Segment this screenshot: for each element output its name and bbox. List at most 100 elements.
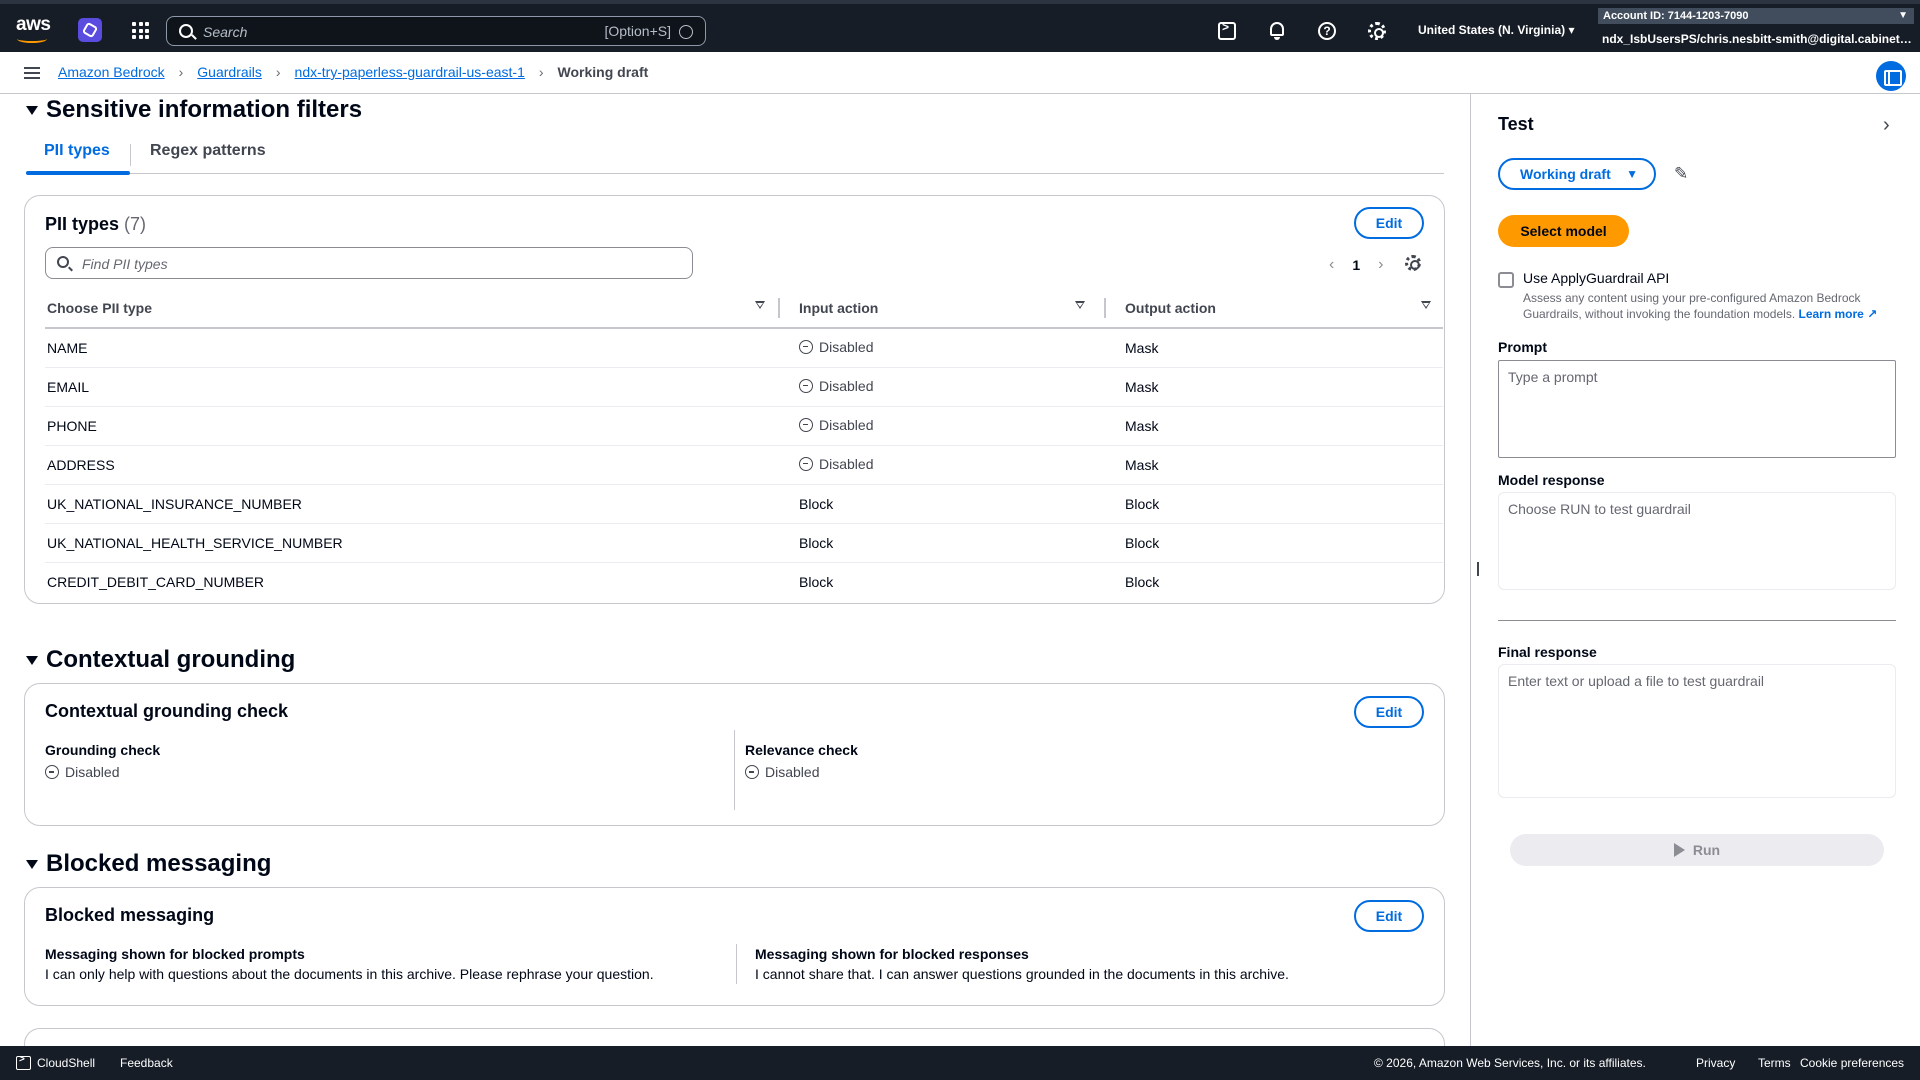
table-row: CREDIT_DEBIT_CARD_NUMBER Block Block (45, 562, 1443, 601)
find-placeholder: Find PII types (82, 256, 168, 272)
test-panel-title: Test (1498, 114, 1534, 134)
footer-terms[interactable]: Terms (1758, 1056, 1791, 1070)
sort-icon[interactable] (1421, 301, 1431, 309)
input-action-cell: Block (785, 484, 1111, 524)
relevance-check-label: Relevance check (745, 742, 858, 758)
clear-brush-icon[interactable]: ✎ (1674, 164, 1688, 184)
input-action-text: Block (799, 495, 834, 512)
output-action-cell: Mask (1111, 406, 1443, 446)
sort-icon[interactable] (1075, 301, 1085, 309)
table-row: UK_NATIONAL_INSURANCE_NUMBER Block Block (45, 484, 1443, 524)
output-action-cell: Block (1111, 484, 1443, 524)
output-action-cell: Block (1111, 562, 1443, 601)
aws-logo[interactable]: aws (16, 14, 51, 44)
sort-icon[interactable] (755, 301, 765, 309)
menu-icon[interactable] (24, 67, 40, 79)
output-action-text: Mask (1125, 378, 1159, 395)
footer-privacy[interactable]: Privacy (1696, 1056, 1735, 1070)
cloudshell-icon[interactable] (16, 1054, 31, 1070)
blocked-prompts-value: I can only help with questions about the… (45, 966, 654, 982)
notifications-icon[interactable] (1268, 22, 1286, 40)
input-action-cell: Disabled (785, 367, 1111, 407)
section-sensitive-info[interactable]: Sensitive information filters (26, 96, 362, 124)
pii-type-cell: CREDIT_DEBIT_CARD_NUMBER (47, 573, 265, 590)
edit-pii-button[interactable]: Edit (1354, 207, 1424, 239)
cloudshell-icon[interactable] (1218, 20, 1236, 40)
current-page[interactable]: 1 (1352, 257, 1360, 273)
search-shortcut: [Option+S] (604, 23, 671, 39)
section-blocked-messaging[interactable]: Blocked messaging (26, 850, 271, 878)
pii-type-cell: NAME (45, 328, 785, 368)
output-action-text: Mask (1125, 417, 1159, 434)
account-menu[interactable]: Account ID: 7144-1203-7090 ▼ (1598, 8, 1914, 24)
breadcrumb-guardrails[interactable]: Guardrails (197, 64, 262, 80)
input-action-cell: Disabled (785, 406, 1111, 446)
apply-guardrail-checkbox[interactable] (1498, 272, 1514, 288)
version-dropdown[interactable]: Working draft ▼ (1498, 158, 1656, 190)
aws-logo-text: aws (16, 14, 51, 35)
breadcrumb-guardrail-name[interactable]: ndx-try-paperless-guardrail-us-east-1 (295, 64, 525, 80)
footer-cloudshell[interactable]: CloudShell (37, 1056, 95, 1070)
pii-tabs: PII types Regex patterns (26, 138, 1444, 175)
footer: CloudShell Feedback © 2026, Amazon Web S… (0, 1046, 1920, 1080)
bedrock-service-icon[interactable] (78, 18, 102, 42)
find-pii-input[interactable]: Find PII types (45, 247, 693, 279)
output-action-cell: Mask (1111, 328, 1443, 368)
caret-down-icon: ▼ (1898, 10, 1908, 21)
previous-page-icon[interactable]: ‹ (1329, 256, 1334, 274)
panel-resize-handle[interactable] (1477, 562, 1479, 576)
pagination: ‹ 1 › (1329, 256, 1383, 274)
tab-pii-types[interactable]: PII types (26, 142, 128, 160)
disabled-status-icon (45, 765, 59, 779)
search-icon (179, 24, 193, 38)
section-contextual-grounding[interactable]: Contextual grounding (26, 646, 295, 674)
play-icon (1673, 843, 1685, 857)
collapse-panel-chevron-icon[interactable]: › (1883, 114, 1890, 137)
select-model-button[interactable]: Select model (1498, 215, 1629, 247)
run-label: Run (1692, 842, 1721, 858)
pii-type-cell: UK_NATIONAL_INSURANCE_NUMBER (45, 484, 785, 524)
edit-grounding-button[interactable]: Edit (1354, 696, 1424, 728)
services-grid-icon[interactable] (132, 22, 149, 39)
pii-types-card: PII types (7) Edit Find PII types ‹ 1 › … (24, 195, 1445, 604)
breadcrumb: Amazon Bedrock › Guardrails › ndx-try-pa… (58, 64, 648, 80)
output-action-text: Mask (1125, 339, 1159, 356)
output-action-text: Mask (1125, 456, 1159, 473)
shortcut-icon (679, 25, 693, 39)
table-preferences-gear-icon[interactable] (1405, 255, 1421, 271)
split-panel-toggle-icon[interactable] (1876, 61, 1906, 91)
column-header-pii-type[interactable]: Choose PII type (45, 288, 785, 329)
run-button[interactable]: Run (1510, 834, 1884, 866)
final-response-placeholder: Enter text or upload a file to test guar… (1508, 673, 1765, 689)
learn-more-link[interactable]: Learn more (1799, 307, 1864, 321)
edit-blocked-messaging-button[interactable]: Edit (1354, 900, 1424, 932)
input-action-cell: Disabled (785, 445, 1111, 485)
chevron-right-icon: › (538, 64, 544, 80)
next-page-icon[interactable]: › (1378, 256, 1383, 274)
blocked-responses-value: I cannot share that. I can answer questi… (755, 966, 1289, 982)
region-selector[interactable]: United States (N. Virginia) (1418, 23, 1575, 37)
prompt-textarea[interactable]: Type a prompt (1498, 360, 1896, 458)
tab-regex-patterns[interactable]: Regex patterns (132, 142, 284, 160)
global-search-input[interactable]: Search [Option+S] (166, 16, 706, 46)
help-icon[interactable]: ? (1318, 22, 1336, 40)
column-resizer[interactable] (1104, 298, 1106, 318)
settings-gear-icon[interactable] (1368, 22, 1386, 40)
card-title: Blocked messaging (45, 905, 215, 925)
breadcrumb-amazon-bedrock[interactable]: Amazon Bedrock (58, 64, 165, 80)
disabled-status-icon (799, 456, 813, 471)
table-header-row: Choose PII type Input action Output acti… (45, 288, 1443, 329)
model-response-placeholder: Choose RUN to test guardrail (1508, 501, 1691, 517)
aws-smile-icon (17, 35, 47, 43)
column-resizer[interactable] (778, 298, 780, 318)
table-row: ADDRESS Disabled Mask (45, 445, 1443, 485)
account-user[interactable]: ndx_IsbUsersPS/chris.nesbitt-smith@digit… (1602, 32, 1912, 46)
apply-guardrail-label[interactable]: Use ApplyGuardrail API (1523, 270, 1669, 286)
footer-feedback[interactable]: Feedback (120, 1056, 173, 1070)
footer-cookie-preferences[interactable]: Cookie preferences (1800, 1056, 1904, 1070)
input-action-text: Disabled (819, 416, 874, 433)
column-header-output-action[interactable]: Output action (1111, 288, 1443, 329)
search-placeholder: Search (203, 24, 248, 40)
column-header-input-action[interactable]: Input action (785, 288, 1111, 329)
input-action-cell: Block (785, 523, 1111, 563)
